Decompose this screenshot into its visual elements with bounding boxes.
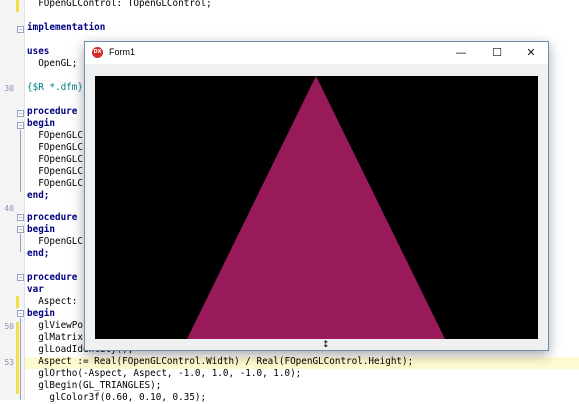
modified-line-marker <box>16 0 19 12</box>
resize-cursor-icon: ↕ <box>322 340 330 350</box>
code-line[interactable]: glViewPo <box>27 320 83 332</box>
fold-toggle-icon[interactable]: − <box>17 310 24 317</box>
opengl-canvas <box>95 76 538 339</box>
code-line[interactable]: begin <box>27 224 55 236</box>
fold-toggle-icon[interactable]: − <box>17 26 24 33</box>
code-line[interactable]: end; <box>27 248 49 260</box>
code-line[interactable]: implementation <box>27 22 105 34</box>
modified-line-marker <box>16 322 19 394</box>
maximize-icon: ☐ <box>492 46 502 59</box>
maximize-button[interactable]: ☐ <box>480 42 514 64</box>
fold-guide <box>20 130 21 192</box>
code-line[interactable]: var <box>27 284 44 296</box>
code-line[interactable]: procedure <box>27 272 77 284</box>
minimize-icon: — <box>455 46 467 59</box>
fold-toggle-icon[interactable]: − <box>17 214 24 221</box>
minimize-button[interactable]: — <box>444 42 478 64</box>
code-line[interactable]: FOpenGLC <box>27 236 83 248</box>
code-line[interactable]: FOpenGLC <box>27 154 83 166</box>
code-line[interactable]: glMatrix <box>27 332 83 344</box>
code-line[interactable]: Aspect: <box>27 296 77 308</box>
window-title: Form1 <box>109 47 136 57</box>
line-number: 50 <box>4 322 14 331</box>
fold-toggle-icon[interactable]: − <box>17 274 24 281</box>
code-line[interactable]: OpenGL; <box>27 58 77 70</box>
fold-guide <box>20 318 21 400</box>
code-line[interactable]: procedure <box>27 212 77 224</box>
form1-window[interactable]: DX Form1 — ☐ ✕ ↕ <box>84 41 549 351</box>
line-number: 40 <box>4 204 14 213</box>
code-line[interactable]: Aspect := Real(FOpenGLControl.Width) / R… <box>27 356 413 368</box>
fold-toggle-icon[interactable]: − <box>17 226 24 233</box>
code-line[interactable]: begin <box>27 308 55 320</box>
close-button[interactable]: ✕ <box>514 42 548 64</box>
close-icon: ✕ <box>526 46 536 59</box>
code-line[interactable]: glColor3f(0.60, 0.10, 0.35); <box>27 392 206 404</box>
opengl-viewport[interactable] <box>95 76 538 339</box>
app-icon[interactable]: DX <box>92 47 103 58</box>
code-line[interactable]: FOpenGLC <box>27 142 83 154</box>
code-line[interactable]: glBegin(GL_TRIANGLES); <box>27 380 161 392</box>
code-line[interactable]: uses <box>27 46 49 58</box>
code-line[interactable]: end; <box>27 190 49 202</box>
window-titlebar[interactable]: DX Form1 — ☐ ✕ <box>85 42 548 64</box>
fold-toggle-icon[interactable]: − <box>17 122 24 129</box>
code-line[interactable]: FOpenGLC <box>27 166 83 178</box>
fold-toggle-icon[interactable]: − <box>17 110 24 117</box>
code-line[interactable]: FOpenGLC <box>27 178 83 190</box>
code-line[interactable]: FOpenGLControl: TOpenGLControl; <box>27 0 212 10</box>
line-number: 53 <box>4 358 14 367</box>
code-line[interactable]: FOpenGLC <box>27 130 83 142</box>
code-line[interactable]: {$R *.dfm} <box>27 82 83 94</box>
code-line[interactable]: begin <box>27 118 55 130</box>
modified-line-marker <box>16 296 19 308</box>
line-number: 30 <box>4 84 14 93</box>
fold-guide <box>20 234 21 252</box>
editor-gutter: 30 40 50 53 − − − − − − − <box>0 0 25 400</box>
code-line[interactable]: glOrtho(-Aspect, Aspect, -1.0, 1.0, -1.0… <box>27 368 301 380</box>
code-line[interactable]: procedure <box>27 106 77 118</box>
